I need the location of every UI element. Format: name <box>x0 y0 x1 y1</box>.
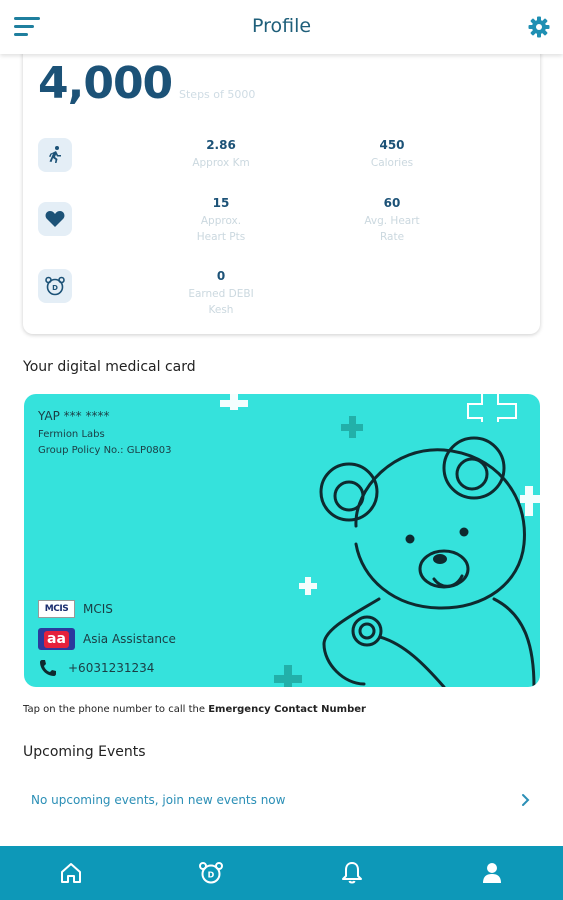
emergency-note: Tap on the phone number to call the Emer… <box>23 704 366 715</box>
heart-points-label: Approx. Heart Pts <box>196 215 246 243</box>
phone-icon <box>40 660 56 676</box>
asia-assistance-logo: aa <box>38 628 75 650</box>
steps-goal: Steps of 5000 <box>179 88 256 101</box>
assistance-row: aa Asia Assistance <box>38 628 176 650</box>
bottom-navigation: D <box>0 846 563 900</box>
bell-icon[interactable] <box>338 859 366 887</box>
chevron-right-icon <box>522 794 530 806</box>
card-holder-name: YAP *** **** <box>38 409 110 423</box>
calories-label: Calories <box>370 157 414 169</box>
debi-kesh-metric: 0 Earned DEBI Kesh <box>146 269 296 318</box>
bear-coin-icon: D <box>38 269 72 303</box>
app-header: Profile <box>0 0 563 54</box>
steps-count: 4,000 <box>38 58 173 109</box>
bear-coin-icon[interactable]: D <box>197 859 225 887</box>
heart-icon <box>38 202 72 236</box>
heart-rate-label: Avg. Heart Rate <box>364 215 420 243</box>
assistance-name: Asia Assistance <box>83 632 176 646</box>
heart-rate-metric: 60 Avg. Heart Rate <box>317 196 467 245</box>
heart-rate-value: 60 <box>383 196 401 210</box>
events-title: Upcoming Events <box>23 744 146 760</box>
medical-card-title: Your digital medical card <box>23 359 196 375</box>
emergency-phone-link[interactable]: +6031231234 <box>38 659 154 677</box>
calories-value: 450 <box>379 138 405 152</box>
steps-summary-card: 4,000 Steps of 5000 2.86 Approx Km 450 C… <box>23 40 540 334</box>
insurer-name: MCIS <box>83 602 113 616</box>
heart-points-metric: 15 Approx. Heart Pts <box>146 196 296 245</box>
digital-medical-card[interactable]: YAP *** **** Fermion Labs Group Policy N… <box>24 394 540 687</box>
home-icon[interactable] <box>57 859 85 887</box>
heart-points-value: 15 <box>212 196 230 210</box>
emergency-phone-number[interactable]: +6031231234 <box>68 661 154 675</box>
mcis-logo: MCIS <box>38 600 75 618</box>
distance-metric: 2.86 Approx Km <box>146 138 296 171</box>
calories-metric: 450 Calories <box>317 138 467 171</box>
gear-icon[interactable] <box>527 15 551 39</box>
upcoming-events-link[interactable]: No upcoming events, join new events now <box>23 784 540 818</box>
svg-text:D: D <box>52 284 58 292</box>
distance-value: 2.86 <box>206 138 236 152</box>
distance-label: Approx Km <box>192 157 250 169</box>
debi-kesh-value: 0 <box>216 269 226 283</box>
policy-number: Group Policy No.: GLP0803 <box>38 445 172 456</box>
emergency-note-text: Tap on the phone number to call the <box>23 704 209 715</box>
running-person-icon <box>38 138 72 172</box>
company-name: Fermion Labs <box>38 429 105 440</box>
svg-text:D: D <box>208 871 215 880</box>
debi-kesh-label: Earned DEBI Kesh <box>188 288 254 316</box>
events-empty-text: No upcoming events, join new events now <box>31 793 286 807</box>
user-icon[interactable] <box>478 859 506 887</box>
asia-assistance-logo-text: aa <box>44 630 69 648</box>
page-title: Profile <box>251 15 312 37</box>
insurer-row: MCIS MCIS <box>38 600 113 618</box>
emergency-note-emphasis: Emergency Contact Number <box>208 704 366 715</box>
